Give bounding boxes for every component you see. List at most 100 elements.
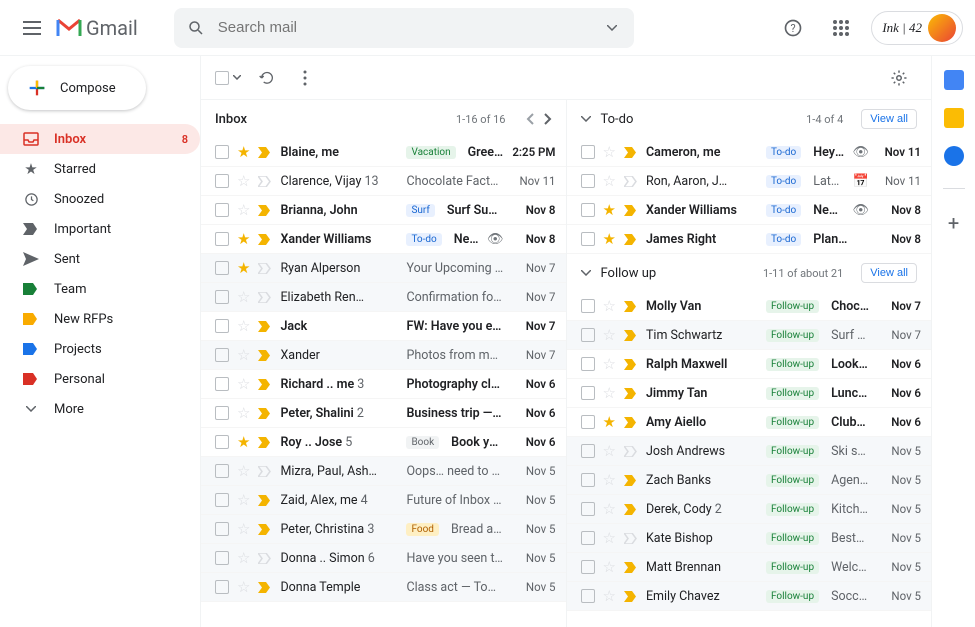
nav-starred[interactable]: ★Starred [0, 154, 200, 184]
search-dropdown-icon[interactable] [598, 10, 626, 46]
search-bar[interactable] [174, 8, 634, 48]
mail-row[interactable]: ☆ Peter, Christina 3 Food Bread and… Nov… [201, 515, 566, 544]
mail-row[interactable]: ☆ Derek, Cody 2 Follow-up Kitche… Nov 5 [567, 495, 932, 524]
mail-row[interactable]: ★ Amy Aiello Follow-up Club… Nov 6 [567, 408, 932, 437]
star-icon[interactable]: ☆ [603, 355, 616, 373]
mail-row[interactable]: ☆ Peter, Shalini 2 Business trip — H… No… [201, 399, 566, 428]
mail-row[interactable]: ☆ Emily Chavez Follow-up Socce… Nov 5 [567, 582, 932, 611]
important-icon[interactable] [624, 205, 638, 216]
star-icon[interactable]: ☆ [237, 375, 250, 393]
important-icon[interactable] [624, 176, 638, 187]
calendar-addon[interactable] [944, 70, 964, 90]
mail-row[interactable]: ★ Roy .. Jose 5 Book Book you r… Nov 6 [201, 428, 566, 457]
select-dropdown-icon[interactable] [233, 75, 241, 80]
row-checkbox[interactable] [581, 203, 595, 217]
row-checkbox[interactable] [581, 415, 595, 429]
row-checkbox[interactable] [215, 493, 229, 507]
important-icon[interactable] [258, 350, 272, 361]
row-checkbox[interactable] [581, 531, 595, 545]
row-checkbox[interactable] [581, 174, 595, 188]
important-icon[interactable] [624, 446, 638, 457]
inbox-prev[interactable] [526, 113, 534, 125]
mail-row[interactable]: ☆ Clarence, Vijay 13 Chocolate Factor… N… [201, 167, 566, 196]
row-checkbox[interactable] [581, 502, 595, 516]
star-icon[interactable]: ☆ [237, 172, 250, 190]
star-icon[interactable]: ★ [237, 259, 250, 277]
row-checkbox[interactable] [215, 464, 229, 478]
important-icon[interactable] [258, 263, 272, 274]
gmail-logo[interactable]: Gmail [56, 16, 138, 40]
row-checkbox[interactable] [215, 406, 229, 420]
important-icon[interactable] [624, 504, 638, 515]
mail-row[interactable]: ☆ Xander Photos from my r… Nov 7 [201, 341, 566, 370]
star-icon[interactable]: ☆ [237, 346, 250, 364]
star-icon[interactable]: ☆ [603, 384, 616, 402]
star-icon[interactable]: ☆ [237, 462, 250, 480]
star-icon[interactable]: ☆ [603, 442, 616, 460]
row-checkbox[interactable] [215, 232, 229, 246]
row-checkbox[interactable] [581, 145, 595, 159]
settings-button[interactable] [881, 60, 917, 96]
nav-projects[interactable]: Projects [0, 334, 200, 364]
mail-row[interactable]: ☆ Ralph Maxwell Follow-up Looki… Nov 6 [567, 350, 932, 379]
important-icon[interactable] [258, 321, 272, 332]
important-icon[interactable] [624, 301, 638, 312]
mail-row[interactable]: ☆ Donna .. Simon 6 Have you seen th… Nov… [201, 544, 566, 573]
row-checkbox[interactable] [215, 319, 229, 333]
star-icon[interactable]: ☆ [237, 549, 250, 567]
mail-row[interactable]: ☆ Kate Bishop Follow-up Best… Nov 5 [567, 524, 932, 553]
add-addon[interactable]: + [948, 211, 959, 235]
row-checkbox[interactable] [581, 357, 595, 371]
inbox-next[interactable] [544, 113, 552, 125]
nav-sent[interactable]: Sent [0, 244, 200, 274]
nav-inbox[interactable]: Inbox8 [0, 124, 200, 154]
important-icon[interactable] [258, 524, 272, 535]
more-button[interactable] [293, 60, 317, 96]
row-checkbox[interactable] [215, 435, 229, 449]
row-checkbox[interactable] [215, 203, 229, 217]
star-icon[interactable]: ★ [237, 143, 250, 161]
row-checkbox[interactable] [215, 551, 229, 565]
followup-viewall[interactable]: View all [861, 263, 917, 283]
mail-row[interactable]: ☆ Donna Temple Class act — Tom… Nov 5 [201, 573, 566, 602]
mail-row[interactable]: ☆ Elizabeth Ren… Confirmation for… Nov 7 [201, 283, 566, 312]
support-button[interactable]: ? [775, 10, 811, 46]
star-icon[interactable]: ☆ [603, 558, 616, 576]
tasks-addon[interactable] [944, 146, 964, 166]
row-checkbox[interactable] [215, 348, 229, 362]
important-icon[interactable] [624, 234, 638, 245]
important-icon[interactable] [258, 379, 272, 390]
mail-row[interactable]: ★ Blaine, me Vacation Greece… 2:25 PM [201, 138, 566, 167]
star-icon[interactable]: ☆ [237, 520, 250, 538]
mail-row[interactable]: ☆ Zaid, Alex, me 4 Future of Inbox — … N… [201, 486, 566, 515]
search-input[interactable] [210, 19, 598, 36]
star-icon[interactable]: ☆ [603, 297, 616, 315]
row-checkbox[interactable] [215, 377, 229, 391]
mail-row[interactable]: ☆ Mizra, Paul, Ash… Oops… need to re… No… [201, 457, 566, 486]
row-checkbox[interactable] [581, 444, 595, 458]
nav-important[interactable]: Important [0, 214, 200, 244]
star-icon[interactable]: ☆ [603, 471, 616, 489]
important-icon[interactable] [258, 495, 272, 506]
row-checkbox[interactable] [215, 145, 229, 159]
mail-row[interactable]: ☆ Zach Banks Follow-up Agend… Nov 5 [567, 466, 932, 495]
important-icon[interactable] [624, 417, 638, 428]
row-checkbox[interactable] [215, 522, 229, 536]
row-checkbox[interactable] [581, 232, 595, 246]
mail-row[interactable]: ☆ Ron, Aaron, J… To-do Late… 📅 Nov 11 [567, 167, 932, 196]
mail-row[interactable]: ★ James Right To-do Plan… Nov 8 [567, 225, 932, 254]
star-icon[interactable]: ★ [603, 201, 616, 219]
mail-row[interactable]: ☆ Matt Brennan Follow-up Welco… Nov 5 [567, 553, 932, 582]
important-icon[interactable] [258, 147, 272, 158]
row-checkbox[interactable] [215, 261, 229, 275]
star-icon[interactable]: ☆ [603, 587, 616, 605]
row-checkbox[interactable] [215, 580, 229, 594]
important-icon[interactable] [258, 466, 272, 477]
mail-row[interactable]: ★ Ryan Alperson Your Upcoming R… Nov 7 [201, 254, 566, 283]
important-icon[interactable] [624, 475, 638, 486]
keep-addon[interactable] [944, 108, 964, 128]
star-icon[interactable]: ☆ [237, 491, 250, 509]
star-icon[interactable]: ☆ [603, 500, 616, 518]
row-checkbox[interactable] [581, 328, 595, 342]
important-icon[interactable] [258, 292, 272, 303]
